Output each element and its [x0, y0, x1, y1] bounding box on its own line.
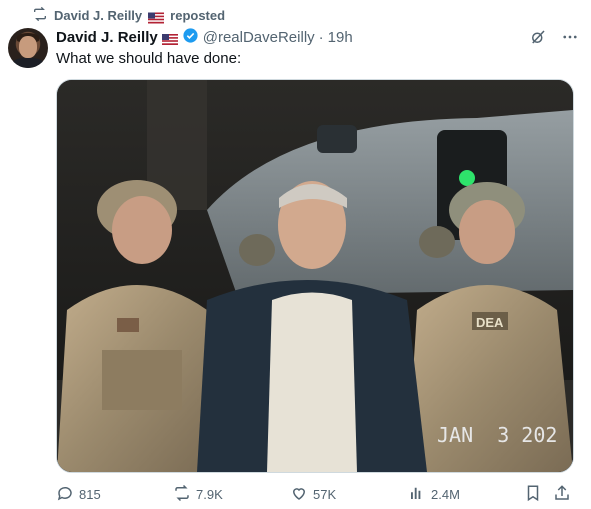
- repost-count: 7.9K: [196, 486, 223, 502]
- tweet-top-actions: [529, 28, 579, 51]
- dea-patch-text: DEA: [476, 315, 504, 330]
- grok-icon[interactable]: [529, 28, 547, 51]
- repost-icon: [32, 6, 48, 25]
- author-name[interactable]: David J. Reilly: [56, 29, 158, 46]
- repost-indicator[interactable]: David J. Reilly reposted: [32, 6, 225, 24]
- tweet-photo[interactable]: DEA JAN 3 202: [56, 79, 574, 473]
- author-handle[interactable]: @realDaveReilly: [203, 29, 315, 46]
- avatar[interactable]: [8, 28, 48, 68]
- like-count: 57K: [313, 486, 337, 502]
- tweet-header: David J. Reilly @realDaveReilly · 19h: [56, 27, 353, 47]
- repost-button[interactable]: 7.9K: [173, 484, 223, 504]
- bookmark-button[interactable]: [524, 484, 542, 504]
- repost-author-name[interactable]: David J. Reilly: [54, 8, 142, 23]
- reply-icon: [56, 484, 74, 505]
- like-button[interactable]: 57K: [290, 484, 336, 504]
- reply-button[interactable]: 815: [56, 484, 101, 504]
- view-count: 2.4M: [431, 486, 460, 502]
- repost-suffix: reposted: [170, 7, 226, 23]
- views-icon: [408, 484, 426, 505]
- repost-icon: [173, 484, 191, 505]
- views-button[interactable]: 2.4M: [408, 484, 460, 504]
- more-icon[interactable]: [561, 28, 579, 51]
- heart-icon: [290, 484, 308, 505]
- tweet-action-bar: 815 7.9K 57K 2.4M: [56, 484, 572, 506]
- reply-count: 815: [79, 486, 101, 502]
- photo-timestamp: JAN 3 202: [437, 423, 557, 447]
- post-time[interactable]: 19h: [328, 29, 353, 46]
- tweet-text: What we should have done:: [56, 50, 242, 67]
- us-flag-icon: [161, 32, 178, 45]
- verified-badge-icon: [182, 27, 199, 48]
- share-icon: [553, 484, 571, 505]
- us-flag-icon: [148, 10, 165, 23]
- bookmark-icon: [524, 484, 542, 505]
- share-button[interactable]: [553, 484, 571, 504]
- separator: ·: [318, 28, 324, 46]
